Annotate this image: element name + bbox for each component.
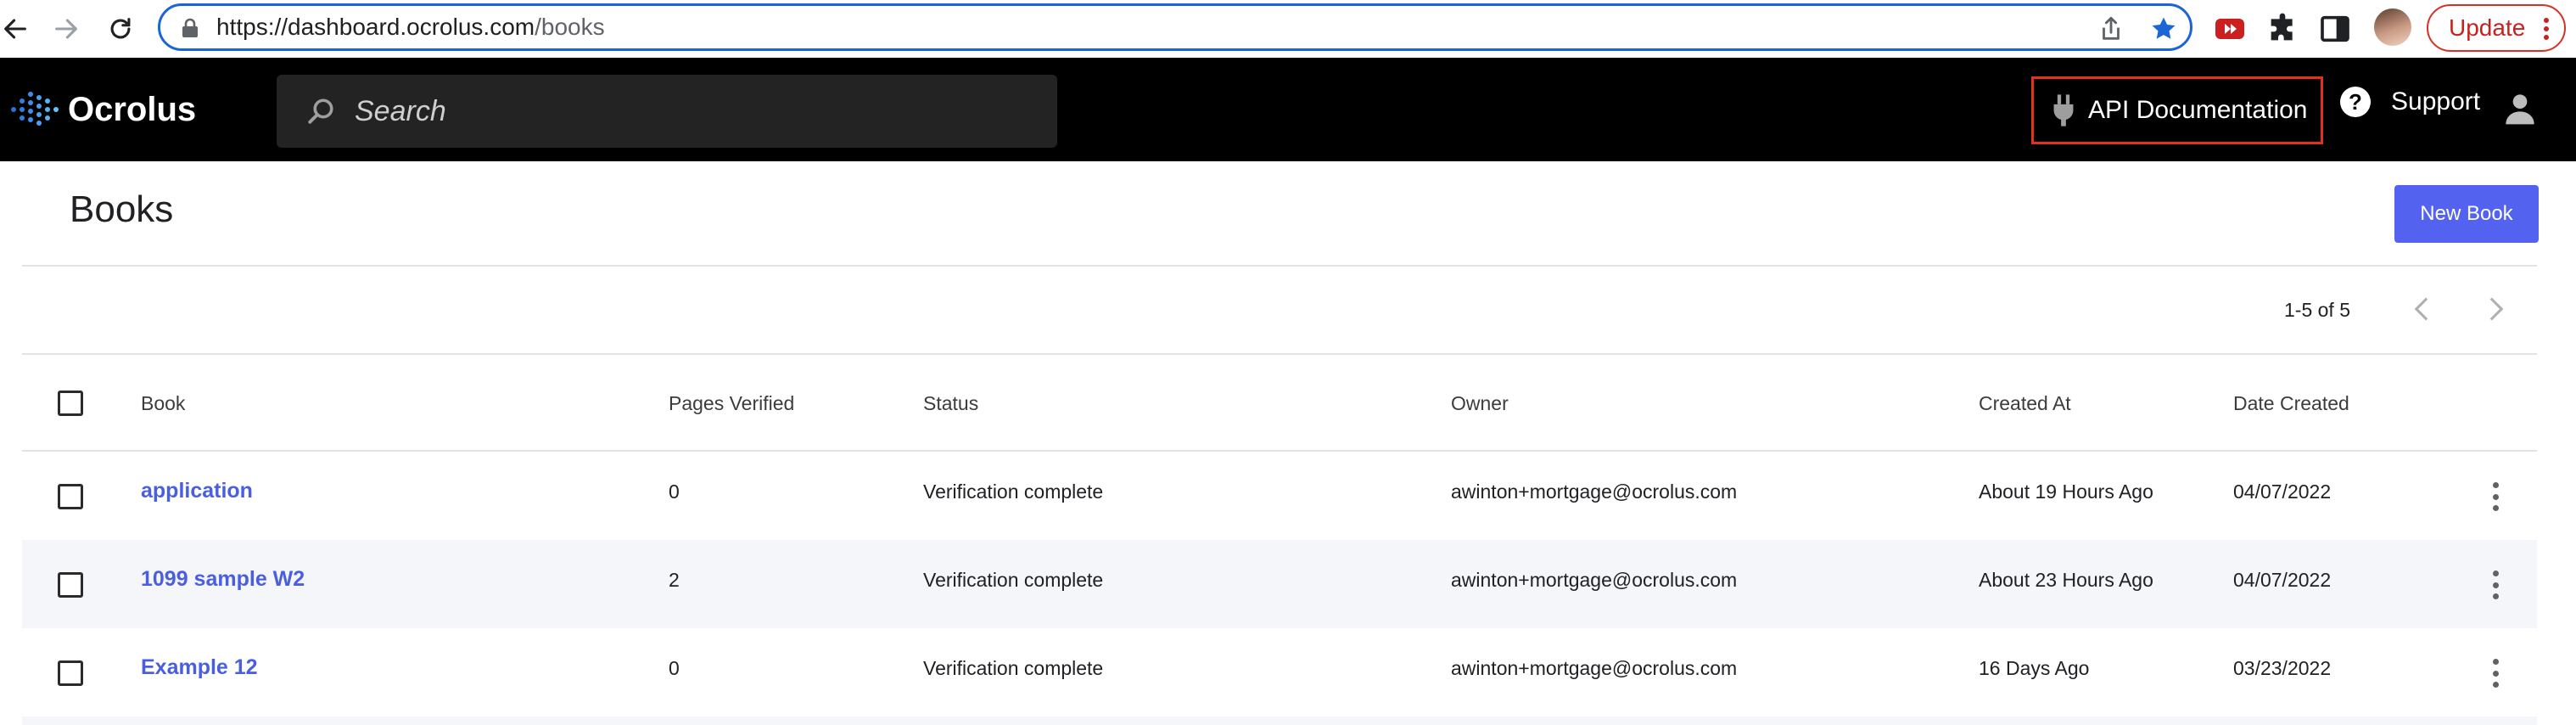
forward-button[interactable] (44, 7, 88, 51)
api-documentation-link[interactable]: API Documentation (2031, 76, 2323, 144)
row-checkbox[interactable] (58, 660, 83, 686)
api-documentation-label: API Documentation (2088, 96, 2308, 124)
book-name-link[interactable]: Example 12 (141, 655, 258, 680)
support-label: Support (2391, 87, 2481, 115)
created-at-cell: 16 Days Ago (1979, 657, 2090, 679)
forward-arrow-icon (55, 19, 77, 39)
status-cell: Verification complete (923, 569, 1104, 591)
row-checkbox[interactable] (58, 572, 83, 598)
title-divider (22, 265, 2537, 267)
search-input[interactable] (355, 90, 1033, 132)
pages-verified-cell: 0 (669, 657, 680, 679)
pages-verified-cell: 2 (669, 569, 680, 591)
new-book-button[interactable]: New Book (2394, 185, 2539, 243)
ocrolus-logo[interactable]: Ocrolus (8, 90, 196, 129)
profile-avatar[interactable] (2374, 8, 2411, 46)
created-at-cell: About 23 Hours Ago (1979, 569, 2153, 591)
address-bar[interactable]: https://dashboard.ocrolus.com/books (158, 3, 2192, 51)
logo-dots-icon (11, 92, 59, 126)
table-row-partial (22, 717, 2537, 725)
book-name-link[interactable]: 1099 sample W2 (141, 567, 305, 592)
next-page-button[interactable] (2481, 294, 2512, 324)
select-all-checkbox[interactable] (58, 391, 83, 416)
table-row[interactable]: application 0 Verification complete awin… (22, 452, 2537, 540)
created-at-cell: About 19 Hours Ago (1979, 481, 2153, 503)
chevron-left-icon (2414, 297, 2428, 321)
app-header: Ocrolus API Documentation ? Support (0, 58, 2576, 161)
update-label: Update (2449, 14, 2526, 41)
browser-chrome: https://dashboard.ocrolus.com/books Upda… (0, 0, 2576, 58)
user-account-icon[interactable] (2503, 92, 2537, 126)
status-cell: Verification complete (923, 657, 1104, 679)
reload-icon (110, 18, 131, 39)
owner-cell: awinton+mortgage@ocrolus.com (1451, 569, 1738, 591)
reload-button[interactable] (98, 7, 143, 51)
address-url: https://dashboard.ocrolus.com/books (216, 14, 605, 40)
chevron-right-icon (2489, 297, 2504, 321)
update-button[interactable]: Update (2427, 4, 2566, 52)
row-actions-kebab-icon[interactable] (2483, 570, 2508, 599)
pager-divider (22, 353, 2537, 355)
book-name-link[interactable]: application (141, 479, 253, 503)
page-title: Books (70, 188, 174, 230)
date-created-cell: 03/23/2022 (2233, 657, 2332, 679)
lock-icon (182, 18, 198, 37)
more-dots-icon (2544, 18, 2549, 40)
owner-cell: awinton+mortgage@ocrolus.com (1451, 481, 1738, 503)
column-header-date-created[interactable]: Date Created (2233, 392, 2349, 415)
column-header-pages-verified[interactable]: Pages Verified (669, 392, 794, 415)
column-header-book[interactable]: Book (141, 392, 185, 415)
side-panel-icon[interactable] (2318, 12, 2352, 46)
table-row[interactable]: 1099 sample W2 2 Verification complete a… (22, 540, 2537, 628)
date-created-cell: 04/07/2022 (2233, 569, 2332, 591)
extensions-puzzle-icon[interactable] (2265, 12, 2299, 46)
plug-icon (2053, 94, 2074, 126)
youtube-extension-icon[interactable] (2213, 12, 2247, 46)
date-created-cell: 04/07/2022 (2233, 481, 2332, 503)
row-actions-kebab-icon[interactable] (2483, 659, 2508, 688)
row-actions-kebab-icon[interactable] (2483, 482, 2508, 511)
back-arrow-icon (4, 19, 26, 39)
row-checkbox[interactable] (58, 484, 83, 509)
column-header-status[interactable]: Status (923, 392, 978, 415)
bookmark-star-icon[interactable] (2149, 14, 2178, 43)
column-header-created-at[interactable]: Created At (1979, 392, 2071, 415)
logo-text: Ocrolus (68, 90, 197, 128)
table-row[interactable]: Example 12 0 Verification complete awint… (22, 628, 2537, 717)
column-header-owner[interactable]: Owner (1451, 392, 1509, 415)
back-button[interactable] (0, 7, 37, 51)
search-box[interactable] (277, 75, 1057, 148)
share-icon[interactable] (2097, 14, 2125, 43)
pagination-count: 1-5 of 5 (2284, 299, 2350, 321)
help-icon: ? (2340, 87, 2371, 117)
previous-page-button[interactable] (2406, 294, 2437, 324)
support-link[interactable]: ? Support (2340, 87, 2480, 117)
pages-verified-cell: 0 (669, 481, 680, 503)
search-icon (308, 98, 333, 124)
status-cell: Verification complete (923, 481, 1104, 503)
owner-cell: awinton+mortgage@ocrolus.com (1451, 657, 1738, 679)
